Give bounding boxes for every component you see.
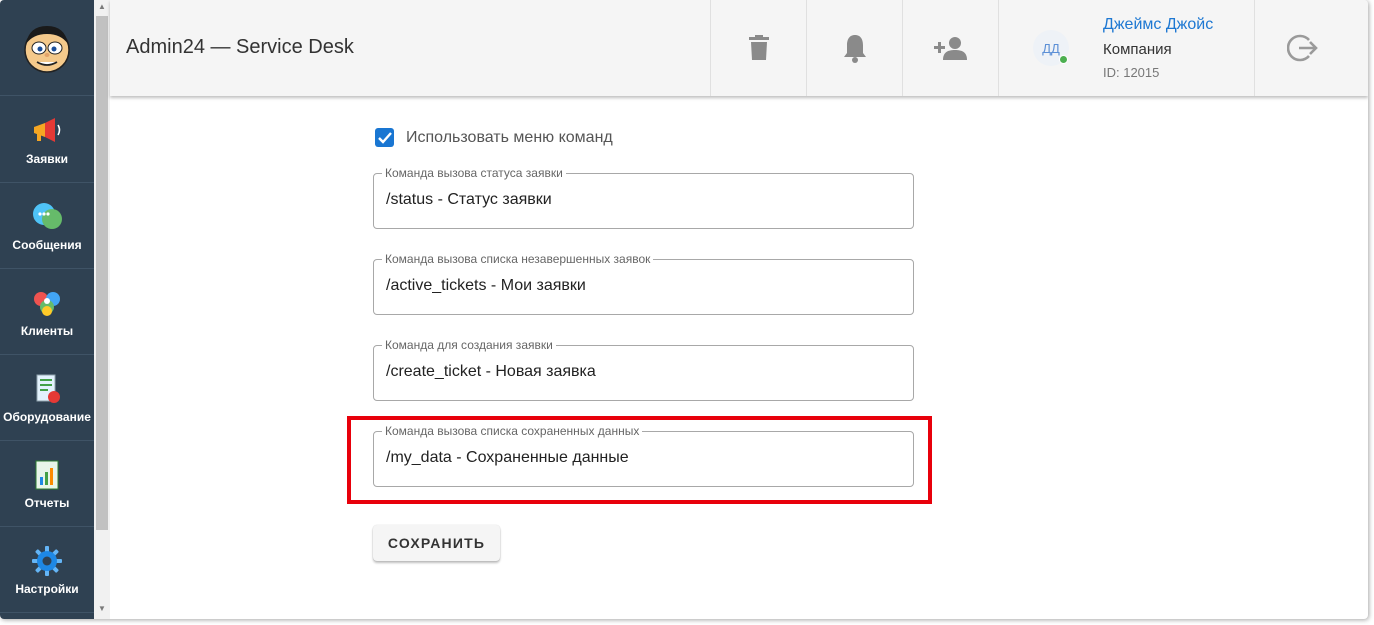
active-tickets-command-input[interactable] [386, 277, 901, 295]
sidebar-item-label: Заявки [26, 151, 68, 166]
user-company: Компания [1103, 41, 1172, 58]
sidebar-scrollbar[interactable]: ▲ ▼ [94, 0, 110, 619]
use-command-menu-checkbox[interactable] [375, 128, 394, 147]
sidebar-item-clients[interactable]: Клиенты [0, 269, 94, 355]
status-command-field-label: Команда вызова статуса заявки [382, 166, 566, 180]
status-command-input[interactable] [386, 191, 901, 209]
create-ticket-command-field-label: Команда для создания заявки [382, 338, 556, 352]
scrollbar-thumb[interactable] [96, 16, 108, 530]
create-ticket-command-field[interactable]: Команда для создания заявки [373, 338, 914, 401]
notifications-button[interactable] [806, 0, 902, 96]
megaphone-icon [30, 114, 64, 148]
logout-icon [1286, 34, 1318, 62]
add-person-icon [933, 37, 967, 60]
sidebar-item-reports[interactable]: Отчеты [0, 441, 94, 527]
sidebar-item-settings[interactable]: Настройки [0, 527, 94, 613]
scroll-up-arrow-icon[interactable]: ▲ [94, 0, 110, 14]
cartoon-face-logo-icon [24, 25, 70, 73]
sidebar-item-label: Сообщения [12, 237, 82, 252]
delete-button[interactable] [710, 0, 806, 96]
sidebar-item-label: Отчеты [24, 495, 70, 510]
logo[interactable] [0, 0, 94, 96]
trash-icon [748, 35, 769, 60]
equipment-icon [30, 372, 64, 406]
gear-icon [30, 544, 64, 578]
user-id: ID: 12015 [1103, 65, 1160, 80]
active-tickets-command-field[interactable]: Команда вызова списка незавершенных заяв… [373, 252, 914, 315]
report-chart-icon [30, 458, 64, 492]
clients-icon [30, 286, 64, 320]
user-name-link[interactable]: Джеймс Джойс [1103, 16, 1213, 34]
checkmark-icon [377, 131, 392, 144]
chat-bubbles-icon [30, 200, 64, 234]
save-button[interactable]: СОХРАНИТЬ [373, 525, 500, 561]
add-user-button[interactable] [902, 0, 998, 96]
scroll-down-arrow-icon[interactable]: ▼ [94, 602, 110, 616]
user-profile[interactable]: ДД Джеймс Джойс Компания ID: 12015 [998, 0, 1254, 96]
logout-button[interactable] [1254, 0, 1350, 96]
highlight-annotation-box [347, 416, 932, 504]
use-command-menu-label: Использовать меню команд [406, 128, 613, 146]
sidebar-item-label: Настройки [15, 581, 79, 596]
online-status-dot [1059, 55, 1068, 64]
sidebar-item-label: Оборудование [3, 409, 91, 424]
active-tickets-command-field-label: Команда вызова списка незавершенных заяв… [382, 252, 654, 266]
sidebar-item-tickets[interactable]: Заявки [0, 97, 94, 183]
page-title: Admin24 — Service Desk [126, 36, 354, 58]
status-command-field[interactable]: Команда вызова статуса заявки [373, 166, 914, 229]
sidebar-item-label: Клиенты [20, 323, 74, 338]
top-header: Admin24 — Service Desk ДД Джеймс Джойс К… [110, 0, 1368, 96]
sidebar-item-equipment[interactable]: Оборудование [0, 355, 94, 441]
create-ticket-command-input[interactable] [386, 363, 901, 381]
use-command-menu-checkbox-row[interactable]: Использовать меню команд [375, 128, 613, 147]
sidebar: Заявки Сообщения Клиенты Оборудование От… [0, 0, 94, 619]
bell-icon [843, 35, 866, 63]
app-window: Заявки Сообщения Клиенты Оборудование От… [0, 0, 1368, 619]
sidebar-item-messages[interactable]: Сообщения [0, 183, 94, 269]
